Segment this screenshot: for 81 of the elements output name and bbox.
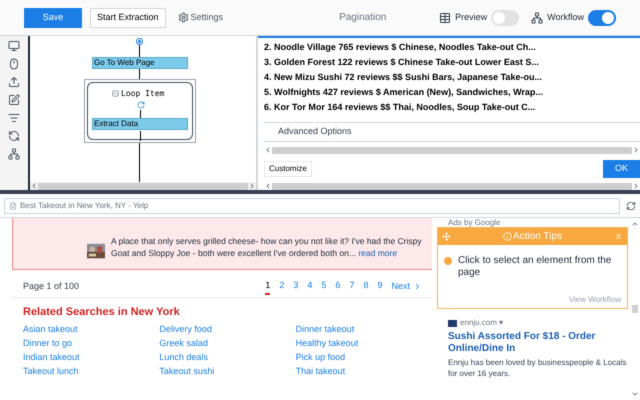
ad-domain: ennju.com ▾ <box>460 317 504 329</box>
hierarchy-icon[interactable] <box>8 148 20 160</box>
save-button[interactable]: Save <box>24 8 82 28</box>
monitor-icon[interactable] <box>8 40 20 52</box>
related-link[interactable]: Asian takeout <box>23 322 78 334</box>
page-summary: Page 1 of 100 <box>23 280 80 293</box>
horizontal-scrollbar[interactable] <box>272 146 632 154</box>
workflow-step[interactable]: Go To Web Page <box>92 57 188 69</box>
page-link[interactable]: 4 <box>307 278 312 294</box>
page-link[interactable]: 7 <box>349 278 354 294</box>
collapse-icon[interactable] <box>112 90 119 97</box>
list-icon[interactable] <box>8 112 20 124</box>
view-workflow-link[interactable]: View Workflow <box>568 294 627 308</box>
scroll-right-icon[interactable] <box>632 182 640 190</box>
scroll-right-icon[interactable] <box>248 182 256 190</box>
ads-label: Ads by Google <box>448 218 500 227</box>
page-link[interactable]: 5 <box>321 278 326 294</box>
loop-label: Loop Item <box>121 89 164 98</box>
page-link[interactable]: 6 <box>335 278 340 294</box>
refresh-icon[interactable] <box>8 130 20 142</box>
tip-message: Click to select an element from the page <box>458 255 612 279</box>
edit-icon[interactable] <box>8 94 20 106</box>
related-link[interactable]: Lunch deals <box>159 350 208 362</box>
page-icon <box>9 202 17 210</box>
result-row[interactable]: 5. Wolfnights 427 reviews $ American (New), Sandwiches, Wrap... <box>264 86 640 98</box>
related-link[interactable]: Delivery food <box>159 322 212 334</box>
page-link[interactable]: 3 <box>293 278 298 294</box>
vertical-scrollbar[interactable] <box>632 305 638 313</box>
related-link[interactable]: Indian takeout <box>23 350 80 362</box>
reload-icon[interactable] <box>626 200 636 210</box>
loop-icon <box>137 101 145 109</box>
related-link[interactable]: Healthy takeout <box>296 336 358 348</box>
ad-title[interactable]: Sushi Assorted For $18 - Order Online/Dine In <box>437 331 640 355</box>
preview-toggle[interactable] <box>491 10 520 26</box>
review-text: A place that only serves grilled cheese- how can you not like it? I've had the Crispy Goat and Sloppy Joe - both were excellent I've ordered both on... read more <box>111 235 423 259</box>
info-icon <box>503 232 512 241</box>
chevron-right-icon <box>413 282 422 291</box>
page-link[interactable]: 9 <box>377 278 382 294</box>
related-link[interactable]: Thai takeout <box>296 364 346 376</box>
workflow-icon <box>531 12 544 24</box>
preview-label: Preview <box>455 10 488 24</box>
action-tips-title: Action Tips <box>513 230 562 244</box>
result-row[interactable]: 2. Noodle Village 765 reviews $ Chinese, Noodles Take-out Ch... <box>264 41 640 53</box>
result-row[interactable]: 4. New Mizu Sushi 72 reviews $$ Sushi Bars, Japanese Take-ou... <box>264 71 640 83</box>
scroll-left-icon[interactable] <box>30 182 38 190</box>
customize-button[interactable]: Customize <box>264 161 312 177</box>
related-link[interactable]: Dinner to go <box>23 336 72 348</box>
related-heading: Related Searches in New York <box>22 305 181 320</box>
page-link[interactable]: 8 <box>363 278 368 294</box>
result-row[interactable]: 3. Golden Forest 122 reviews $ Chinese Take-out Lower East S... <box>264 56 640 68</box>
mouse-icon[interactable] <box>8 58 20 70</box>
table-icon <box>439 12 452 24</box>
related-link[interactable]: Pick up food <box>296 350 346 362</box>
page-title: Pagination <box>339 11 388 25</box>
settings-button[interactable]: Settings <box>178 10 224 24</box>
ad-description: Ennju has been loved by businesspeople & Locals for over 16 years. <box>447 357 628 379</box>
read-more-link[interactable]: read more <box>358 248 398 258</box>
next-link[interactable]: Next <box>391 280 422 294</box>
page-link[interactable]: 1 <box>265 278 270 294</box>
scroll-left-icon[interactable] <box>264 146 272 154</box>
ok-button[interactable]: OK <box>603 160 640 178</box>
workflow-toggle[interactable] <box>588 10 616 26</box>
scroll-up-icon[interactable] <box>631 220 639 228</box>
related-link[interactable]: Takeout sushi <box>159 364 214 376</box>
advanced-options[interactable]: Advanced Options <box>264 122 640 142</box>
workflow-label: Workflow <box>547 10 584 24</box>
upload-icon[interactable] <box>8 76 20 88</box>
horizontal-scrollbar[interactable] <box>38 182 248 190</box>
related-link[interactable]: Takeout lunch <box>23 364 79 376</box>
result-row[interactable]: 6. Kor Tor Mor 164 reviews $$ Thai, Noodles, Soup Take-out C... <box>264 101 640 113</box>
related-link[interactable]: Greek salad <box>159 336 208 348</box>
horizontal-scrollbar[interactable] <box>272 182 632 190</box>
workflow-step[interactable]: Extract Data <box>92 118 188 130</box>
gear-icon <box>178 12 189 23</box>
start-extraction-button[interactable]: Start Extraction <box>90 8 166 28</box>
address-field[interactable]: Best Takeout in New York, NY - Yelp <box>4 198 620 214</box>
related-link[interactable]: Dinner takeout <box>296 322 354 334</box>
scroll-down-icon[interactable] <box>631 390 639 398</box>
page-link[interactable]: 2 <box>279 278 284 294</box>
scroll-left-icon[interactable] <box>264 182 272 190</box>
scroll-right-icon[interactable] <box>632 146 640 154</box>
